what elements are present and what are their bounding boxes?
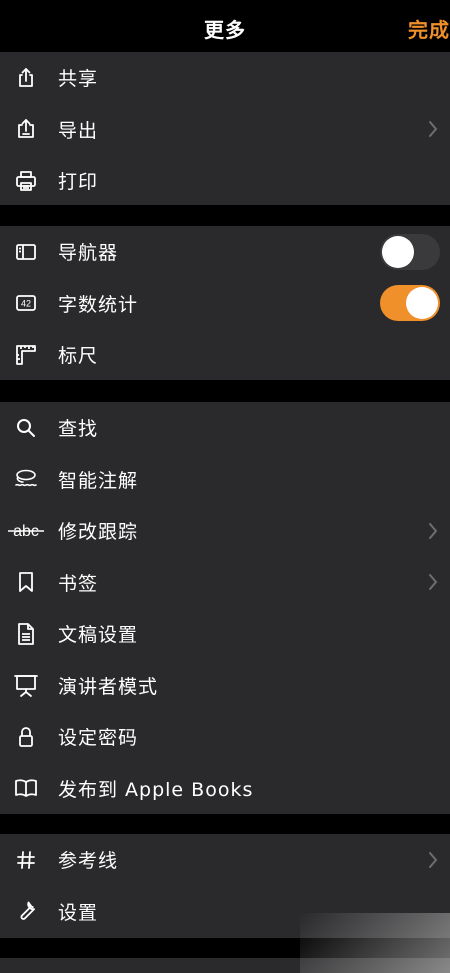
menu-item-ruler[interactable]: 标尺 (0, 329, 450, 381)
menu-item-label: 字数统计 (58, 293, 139, 316)
menu-item-navigator[interactable]: 导航器 (0, 226, 450, 278)
menu-item-label: 打印 (58, 171, 99, 194)
group-view: 导航器 42 字数统计 标尺 (0, 226, 450, 380)
menu-item-label: 共享 (58, 68, 99, 91)
menu-item-label: 参考线 (58, 850, 119, 873)
toggle-knob (382, 235, 414, 268)
smart-annotation-icon (12, 465, 40, 493)
menu-item-bookmarks[interactable]: 书签 (0, 557, 450, 609)
menu-item-label: 智能注解 (58, 469, 139, 492)
menu-item-label: 修改跟踪 (58, 521, 139, 544)
menu-item-label: 标尺 (58, 345, 99, 368)
lock-icon (12, 723, 40, 751)
word-count-toggle[interactable] (380, 285, 440, 322)
menu-item-label: 文稿设置 (58, 624, 139, 647)
menu-item-settings[interactable]: 设置 (0, 886, 450, 938)
track-changes-icon: abc (6, 517, 46, 545)
word-count-icon: 42 (12, 289, 40, 317)
group-share: 共享 导出 打印 (0, 52, 450, 205)
printer-icon (12, 167, 40, 195)
menu-item-label: 书签 (58, 572, 99, 595)
ruler-icon (12, 341, 40, 369)
menu-item-set-password[interactable]: 设定密码 (0, 711, 450, 763)
menu-item-label: 发布到 Apple Books (58, 778, 254, 801)
menu-item-document-setup[interactable]: 文稿设置 (0, 608, 450, 660)
word-count-badge: 42 (21, 299, 31, 309)
done-button[interactable]: 完成 (408, 14, 450, 43)
menu-item-track-changes[interactable]: abc 修改跟踪 (0, 505, 450, 557)
export-icon (12, 115, 40, 143)
presenter-icon (12, 671, 40, 699)
menu-item-smart-annotation[interactable]: 智能注解 (0, 454, 450, 506)
menu-item-label: 设定密码 (58, 727, 139, 750)
wrench-icon (12, 897, 40, 925)
share-icon (12, 64, 40, 92)
chevron-right-icon (429, 574, 438, 591)
page-title: 更多 (204, 18, 246, 42)
menu-item-label: 导航器 (58, 242, 119, 265)
menu-item-presenter-mode[interactable]: 演讲者模式 (0, 660, 450, 712)
menu-item-share[interactable]: 共享 (0, 52, 450, 104)
menu-item-publish-apple-books[interactable]: 发布到 Apple Books (0, 763, 450, 815)
navigator-toggle[interactable] (380, 233, 440, 270)
search-icon (12, 414, 40, 442)
grid-icon (12, 846, 40, 874)
menu-item-print[interactable]: 打印 (0, 155, 450, 207)
group-tools: 查找 智能注解 abc 修改跟踪 书签 文稿设置 演讲者模式 设定密码 发布到 … (0, 402, 450, 814)
group-guides: 参考线 设置 (0, 834, 450, 938)
menu-item-label: 查找 (58, 418, 99, 441)
menu-item-label: 演讲者模式 (58, 675, 159, 698)
menu-item-label: 设置 (58, 901, 99, 924)
bookmark-icon (12, 568, 40, 596)
book-icon (12, 774, 40, 802)
menu-item-word-count[interactable]: 42 字数统计 (0, 278, 450, 330)
group-more-partial (0, 958, 450, 973)
chevron-right-icon (429, 522, 438, 539)
menu-item-label: 导出 (58, 119, 99, 142)
chevron-right-icon (429, 851, 438, 868)
menu-item-guides[interactable]: 参考线 (0, 834, 450, 886)
document-icon (12, 620, 40, 648)
toggle-knob (406, 287, 438, 320)
sidebar-icon (12, 238, 40, 266)
nav-header: 更多 完成 (0, 0, 450, 52)
menu-item-find[interactable]: 查找 (0, 402, 450, 454)
chevron-right-icon (429, 121, 438, 138)
menu-item-export[interactable]: 导出 (0, 104, 450, 156)
